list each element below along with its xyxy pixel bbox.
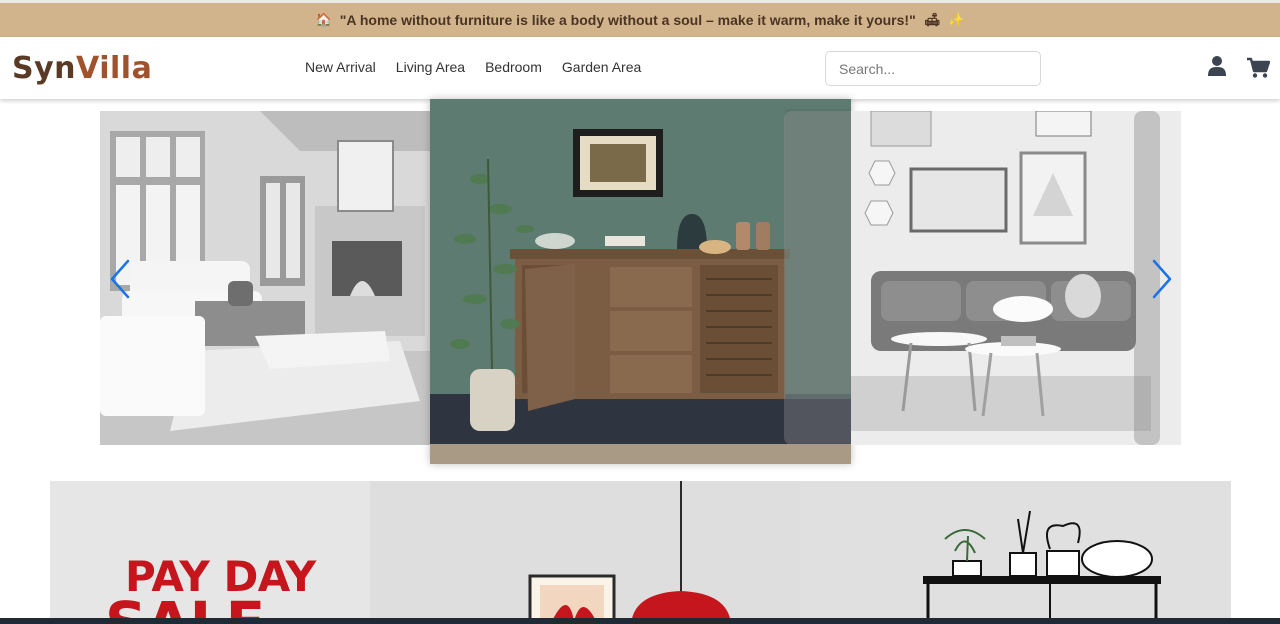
living-room-image [100, 111, 430, 445]
sparkle-icon: ✨ [948, 12, 965, 27]
gallery-lounge-image [851, 111, 1181, 445]
promo-text: "A home without furniture is like a body… [339, 12, 916, 28]
user-icon[interactable] [1207, 55, 1227, 77]
chevron-right-icon[interactable] [1146, 257, 1176, 301]
slide-overlay-left [784, 111, 851, 445]
nav-item-new-arrival[interactable]: New Arrival [305, 59, 376, 75]
brand-part1: Syn [12, 51, 77, 86]
nav-links: New Arrival Living Area Bedroom Garden A… [305, 59, 641, 75]
hero-carousel [0, 99, 1280, 469]
couch-icon: 🛋 [923, 12, 941, 27]
search-input[interactable] [825, 51, 1041, 86]
slide-gallery-lounge[interactable] [851, 111, 1181, 445]
cart-icon[interactable] [1246, 57, 1270, 79]
nav-item-garden-area[interactable]: Garden Area [562, 59, 641, 75]
os-taskbar-edge [0, 618, 1280, 624]
brand-logo[interactable]: SynVilla [12, 51, 152, 86]
brand-part2: Villa [76, 51, 153, 86]
house-icon: 🏠 [315, 12, 332, 27]
navbar: SynVilla New Arrival Living Area Bedroom… [0, 37, 1280, 99]
promo-bar: 🏠 "A home without furniture is like a bo… [0, 3, 1280, 37]
payday-sale-banner[interactable]: PAY DAY SALE [50, 481, 1231, 624]
nav-item-living-area[interactable]: Living Area [396, 59, 465, 75]
chevron-left-icon[interactable] [106, 257, 136, 301]
nav-item-bedroom[interactable]: Bedroom [485, 59, 542, 75]
slide-living-room[interactable] [100, 111, 430, 445]
